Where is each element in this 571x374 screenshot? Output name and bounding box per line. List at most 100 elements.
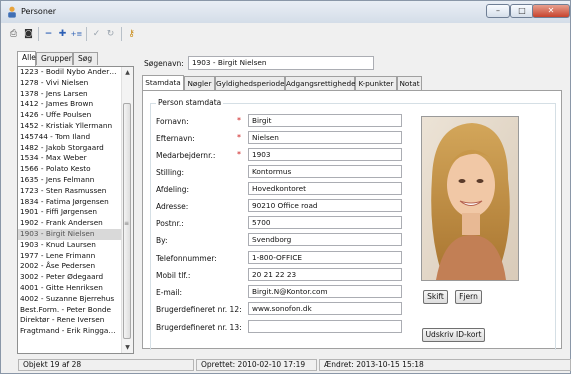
field-input[interactable]: Birgit.N@Kontor.com [248,285,402,298]
change-photo-button[interactable]: Skift [423,290,448,304]
list-items: 1223 - Bodil Nybo Ander… 1278 - Vivi Niel… [18,67,133,337]
toolbar: ⎙ ◙ − ✚ +≡ ✓ ↻ ⚷ [1,23,570,45]
scroll-down-icon[interactable]: ▼ [122,342,133,353]
field-input[interactable]: 20 21 22 23 [248,268,402,281]
field-input[interactable]: Nielsen [248,131,402,144]
list-item[interactable]: 1426 - Uffe Poulsen [18,110,123,121]
tab-stamdata[interactable]: Stamdata [142,75,184,91]
field-label: Adresse: [156,202,189,211]
field-input[interactable]: 1903 [248,148,402,161]
binoculars-icon[interactable]: ◙ [22,28,35,41]
list-item[interactable]: 1903 - Birgit Nielsen [18,228,123,240]
tab-gyldighedsperioder[interactable]: Gyldighedsperioder [215,76,288,90]
field-label: Brugerdefineret nr. 12: [156,305,242,314]
field-label: Stilling: [156,168,185,177]
field-input[interactable]: Birgit [248,114,402,127]
tab-alle[interactable]: Alle [17,51,36,66]
list-item[interactable]: 1977 - Lene Frimann [18,251,123,262]
field-label: Postnr.: [156,219,184,228]
list-item[interactable]: 4001 - Gitte Henriksen [18,283,123,294]
list-scrollbar[interactable]: ▲ ≡ ▼ [121,67,133,353]
required-asterisk-icon: * [237,133,241,142]
list-item[interactable]: 1723 - Sten Rasmussen [18,186,123,197]
scroll-up-icon[interactable]: ▲ [122,67,133,78]
list-item[interactable]: 3002 - Peter Ødegaard [18,272,123,283]
remove-photo-button[interactable]: Fjern [455,290,482,304]
field-input[interactable]: 90210 Office road [248,199,402,212]
field-label: Fornavn: [156,117,189,126]
list-item[interactable]: 1903 - Knud Laursen [18,240,123,251]
field-input[interactable]: Hovedkontoret [248,182,402,195]
toolbar-separator [38,27,39,41]
list-item[interactable]: Fragtmand - Erik Ringga… [18,326,123,337]
title-bar: Personer – □ ✕ [1,1,570,23]
close-button[interactable]: ✕ [532,4,570,18]
status-bar: Objekt 19 af 28 Oprettet: 2010-02-10 17:… [1,357,571,373]
field-label: By: [156,236,168,245]
field-input[interactable]: Svendborg [248,233,402,246]
print-id-card-button[interactable]: Udskriv ID-kort [422,328,485,342]
status-modified: Ændret: 2013-10-15 15:18 [319,359,571,371]
tab-k-punkter[interactable]: K-punkter [355,76,397,90]
field-label: Medarbejdernr.: [156,151,216,160]
list-item[interactable]: 1223 - Bodil Nybo Ander… [18,67,123,78]
tab-nogler[interactable]: Nøgler [184,76,215,90]
list-item[interactable]: 1566 - Polato Kesto [18,164,123,175]
tab-notat[interactable]: Notat [397,76,422,90]
list-item[interactable]: 2002 - Åse Pedersen [18,261,123,272]
check-icon[interactable]: ✓ [90,28,103,41]
person-list-panel: Alle Grupper Søg 1223 - Bodil Nybo Ander… [17,51,134,356]
field-input[interactable]: www.sonofon.dk [248,302,402,315]
list-item[interactable]: Best.Form. - Peter Bonde [18,305,123,316]
required-asterisk-icon: * [237,150,241,159]
list-item[interactable]: 1834 - Fatima Jørgensen [18,197,123,208]
status-object-count: Objekt 19 af 28 [18,359,194,371]
list-item[interactable]: 1901 - Fiffi Jørgensen [18,207,123,218]
portrait-image [422,117,518,280]
tab-grupper[interactable]: Grupper [36,52,73,65]
app-window: Personer – □ ✕ ⎙ ◙ − ✚ +≡ ✓ ↻ ⚷ Alle Gru… [0,0,571,374]
print-icon[interactable]: ⎙ [7,28,20,41]
field-label: Efternavn: [156,134,195,143]
search-name-field[interactable]: 1903 - Birgit Nielsen [188,56,374,70]
list-item[interactable]: 1902 - Frank Andersen [18,218,123,229]
user-key-icon[interactable]: ⚷ [125,28,138,41]
add-list-icon[interactable]: +≡ [70,28,83,41]
list-item[interactable]: 1635 - Jens Felmann [18,175,123,186]
group-title: Person stamdata [156,98,224,107]
field-label: Afdeling: [156,185,190,194]
field-input[interactable]: 5700 [248,216,402,229]
toolbar-separator [86,27,87,41]
field-label: E-mail: [156,288,183,297]
list-item[interactable]: Direktør - Rene Iversen [18,315,123,326]
field-input[interactable]: Kontormus [248,165,402,178]
minimize-button[interactable]: – [486,4,510,18]
search-label: Søgenavn: [144,59,184,68]
person-listbox[interactable]: 1223 - Bodil Nybo Ander… 1278 - Vivi Niel… [17,66,134,354]
field-input[interactable] [248,320,402,333]
required-asterisk-icon: * [237,116,241,125]
list-item[interactable]: 1278 - Vivi Nielsen [18,78,123,89]
list-item[interactable]: 1412 - James Brown [18,99,123,110]
window-title: Personer [21,7,57,16]
person-photo [421,116,519,281]
list-item[interactable]: 1534 - Max Weber [18,153,123,164]
list-item[interactable]: 4002 - Suzanne Bjerrehus [18,294,123,305]
person-app-icon [8,6,16,18]
minus-icon[interactable]: − [42,28,55,41]
field-label: Mobil tlf.: [156,271,191,280]
list-item[interactable]: 145744 - Tom Iland [18,132,123,143]
field-input[interactable]: 1-800-OFFICE [248,251,402,264]
tab-sog[interactable]: Søg [73,52,98,65]
plus-icon[interactable]: ✚ [56,28,69,41]
toolbar-separator [121,27,122,41]
list-item[interactable]: 1452 - Kristiak Yllermann [18,121,123,132]
grip-icon: ≡ [124,220,130,227]
tab-adgangsrettigheder[interactable]: Adgangsrettigheder [285,76,359,90]
list-item[interactable]: 1482 - Jakob Storgaard [18,143,123,154]
status-created: Oprettet: 2010-02-10 17:19 [196,359,317,371]
maximize-button[interactable]: □ [510,4,534,18]
field-label: Telefonnummer: [156,254,217,263]
refresh-icon[interactable]: ↻ [104,28,117,41]
list-item[interactable]: 1378 - Jens Larsen [18,89,123,100]
